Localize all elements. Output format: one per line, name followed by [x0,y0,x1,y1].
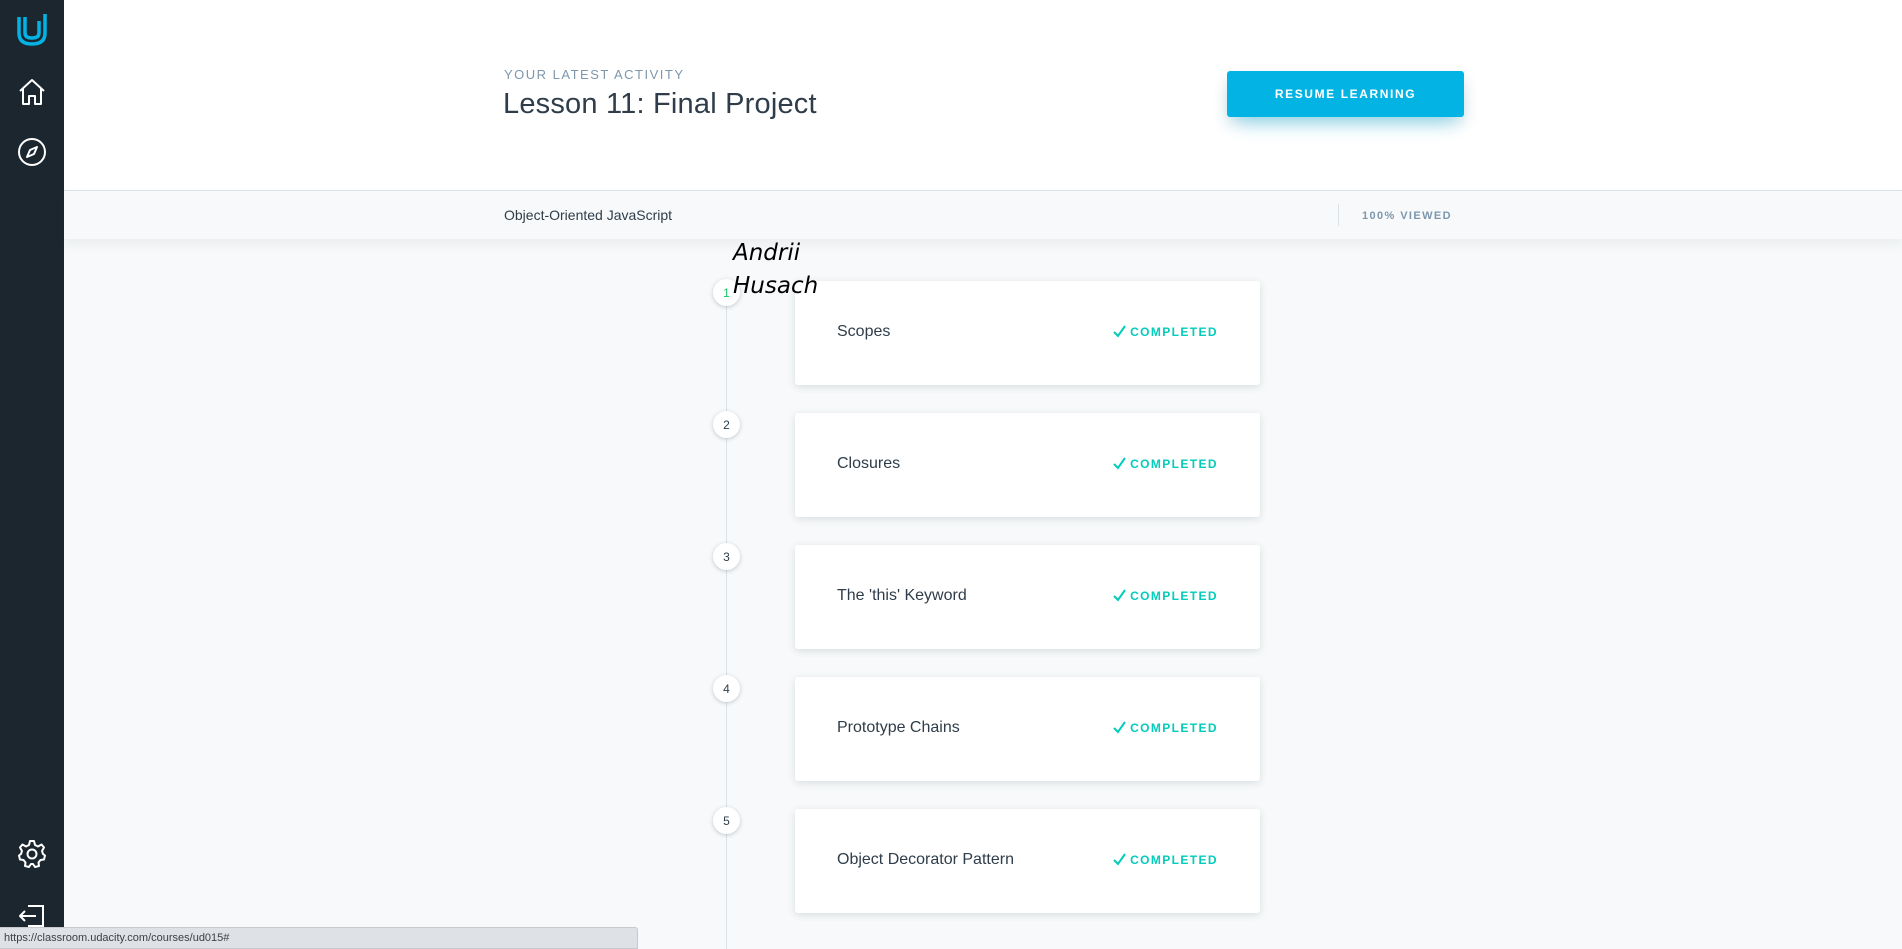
lesson-status-label: COMPLETED [1130,324,1218,339]
lesson-status: COMPLETED [1112,588,1218,603]
course-bar-divider [1338,204,1339,226]
lesson-timeline-line [726,290,727,949]
lesson-number-3: 3 [713,543,740,570]
lesson-card-1[interactable]: Scopes COMPLETED [795,281,1260,385]
viewed-progress: 100% VIEWED [1362,210,1452,222]
main-content: YOUR LATEST ACTIVITY Lesson 11: Final Pr… [64,0,1902,949]
latest-activity-label: YOUR LATEST ACTIVITY [504,67,685,82]
lesson-title: Closures [837,455,901,472]
lesson-number-2: 2 [713,411,740,438]
check-icon [1113,325,1126,338]
lesson-card-4[interactable]: Prototype Chains COMPLETED [795,677,1260,781]
lesson-status: COMPLETED [1112,324,1218,339]
sidebar [0,0,64,949]
course-name: Object-Oriented JavaScript [504,207,673,223]
browser-status-url: https://classroom.udacity.com/courses/ud… [0,927,638,949]
lesson-card-5[interactable]: Object Decorator Pattern COMPLETED [795,809,1260,913]
lesson-number-5: 5 [713,807,740,834]
compass-icon[interactable] [12,132,52,172]
lesson-status-label: COMPLETED [1130,588,1218,603]
home-icon[interactable] [12,72,52,112]
lesson-status-label: COMPLETED [1130,720,1218,735]
settings-icon[interactable] [12,834,52,874]
resume-learning-button[interactable]: RESUME LEARNING [1227,71,1464,117]
lesson-card-3[interactable]: The 'this' Keyword COMPLETED [795,545,1260,649]
check-icon [1113,589,1126,602]
lesson-title: Scopes [837,323,891,340]
lesson-title: The 'this' Keyword [837,587,967,604]
lesson-title: Object Decorator Pattern [837,851,1014,868]
signature-overlay: Andrii Husach [733,240,819,299]
lesson-status: COMPLETED [1112,720,1218,735]
latest-activity-header: YOUR LATEST ACTIVITY Lesson 11: Final Pr… [64,0,1902,190]
check-icon [1113,853,1126,866]
lesson-number-4: 4 [713,675,740,702]
check-icon [1113,721,1126,734]
lesson-status-label: COMPLETED [1130,852,1218,867]
check-icon [1113,457,1126,470]
lesson-status: COMPLETED [1112,456,1218,471]
lesson-status: COMPLETED [1112,852,1218,867]
lesson-status-label: COMPLETED [1130,456,1218,471]
lesson-card-2[interactable]: Closures COMPLETED [795,413,1260,517]
latest-activity-title[interactable]: Lesson 11: Final Project [503,88,817,121]
udacity-logo-icon[interactable] [12,10,52,50]
lesson-title: Prototype Chains [837,719,960,736]
course-bar: Object-Oriented JavaScript 100% VIEWED [64,190,1902,239]
